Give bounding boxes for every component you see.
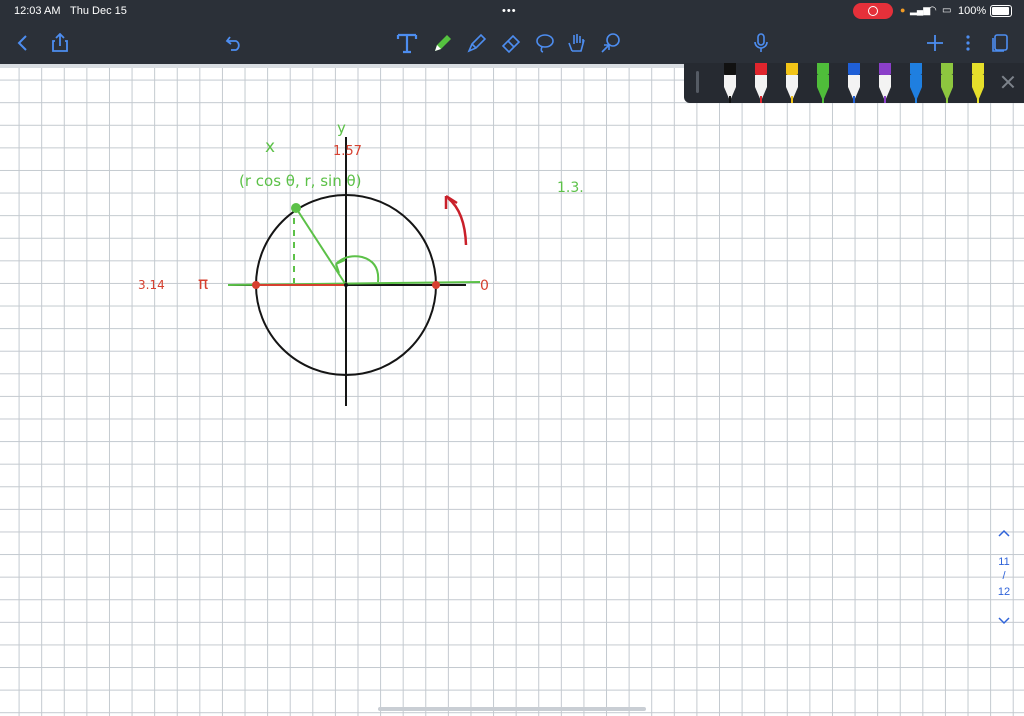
pen-cap bbox=[972, 63, 984, 75]
pen-lead bbox=[760, 96, 762, 103]
pen-cap bbox=[879, 63, 891, 75]
pen-lead bbox=[977, 96, 979, 103]
left-value-label: 3.14 bbox=[138, 278, 165, 292]
horizontal-scrollbar[interactable] bbox=[378, 707, 646, 711]
pen-body bbox=[817, 75, 829, 87]
pen-body bbox=[941, 75, 953, 87]
pen-lead bbox=[791, 96, 793, 103]
point-left bbox=[252, 281, 260, 289]
pen-palette bbox=[684, 63, 1024, 103]
current-page: 11 bbox=[998, 556, 1010, 568]
pen-lead bbox=[946, 96, 948, 103]
pen-body bbox=[786, 75, 798, 87]
point-right bbox=[432, 281, 440, 289]
side-note: 1.3. bbox=[557, 180, 584, 196]
point-origin bbox=[344, 283, 348, 287]
pen-swatch-7[interactable] bbox=[908, 63, 924, 103]
y-label: y bbox=[337, 119, 346, 137]
x-label: x bbox=[265, 137, 275, 157]
pen-body bbox=[972, 75, 984, 87]
pen-cap bbox=[755, 63, 767, 75]
pen-lead bbox=[884, 96, 886, 103]
pen-swatch-5[interactable] bbox=[846, 63, 862, 103]
palette-grip-icon[interactable] bbox=[696, 71, 699, 93]
pen-swatch-6[interactable] bbox=[877, 63, 893, 103]
pen-swatch-8[interactable] bbox=[939, 63, 955, 103]
pen-body bbox=[879, 75, 891, 87]
pen-cap bbox=[910, 63, 922, 75]
pi-label: π bbox=[198, 274, 208, 294]
pen-cap bbox=[941, 63, 953, 75]
pen-swatch-2[interactable] bbox=[753, 63, 769, 103]
rotation-arrow bbox=[447, 197, 468, 246]
pen-body bbox=[848, 75, 860, 87]
page-navigator: 11 / 12 bbox=[992, 526, 1016, 626]
pen-lead bbox=[915, 96, 917, 103]
pen-body bbox=[910, 75, 922, 87]
radius-line bbox=[295, 207, 347, 286]
pen-cap bbox=[848, 63, 860, 75]
right-value-label: 0 bbox=[480, 278, 489, 294]
point-on-circle bbox=[291, 203, 301, 213]
total-pages: 12 bbox=[997, 586, 1011, 598]
chevron-up-icon[interactable] bbox=[998, 528, 1010, 540]
pen-body bbox=[724, 75, 736, 87]
pen-cap bbox=[786, 63, 798, 75]
pen-lead bbox=[822, 96, 824, 103]
close-icon[interactable] bbox=[1000, 74, 1016, 90]
pen-swatch-3[interactable] bbox=[784, 63, 800, 103]
coords-label: (r cos θ, r, sin θ) bbox=[239, 172, 362, 190]
pen-lead bbox=[729, 96, 731, 103]
pen-swatch-9[interactable] bbox=[970, 63, 986, 103]
chevron-down-icon[interactable] bbox=[998, 614, 1010, 626]
page-separator: / bbox=[1002, 570, 1006, 582]
pen-cap bbox=[817, 63, 829, 75]
pen-cap bbox=[724, 63, 736, 75]
pen-body bbox=[755, 75, 767, 87]
pen-swatch-1[interactable] bbox=[722, 63, 738, 103]
pen-swatch-4[interactable] bbox=[815, 63, 831, 103]
handwritten-drawing: x y 1.57 (r cos θ, r, sin θ) 3.14 π 0 1.… bbox=[138, 119, 584, 406]
pen-lead bbox=[853, 96, 855, 103]
top-value-label: 1.57 bbox=[333, 144, 362, 159]
